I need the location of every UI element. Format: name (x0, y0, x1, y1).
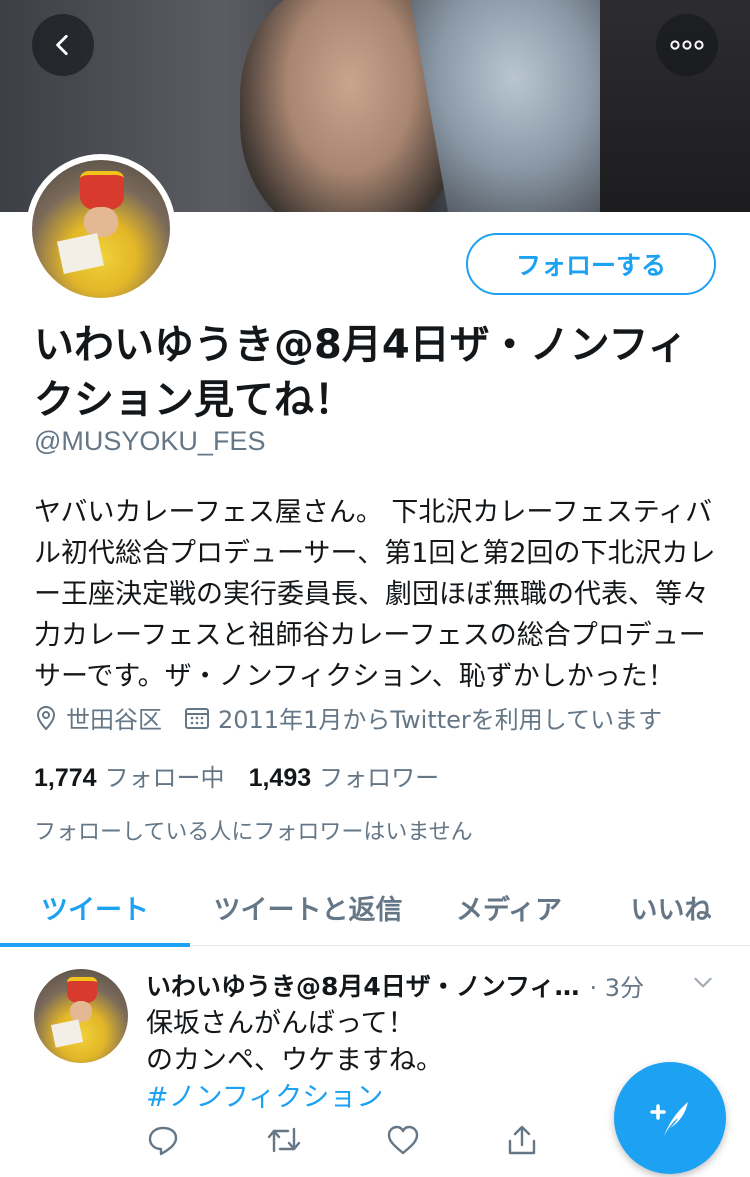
tweet-text-line: のカンペ、ウケますね。 (146, 1045, 443, 1076)
following-label[interactable]: フォロー中 (105, 758, 225, 793)
avatar-face (84, 206, 118, 238)
avatar-paper (50, 1018, 84, 1047)
avatar-crown (80, 171, 125, 210)
tweet-hashtag[interactable]: #ノンフィクション (146, 1075, 383, 1114)
more-dots-icon (670, 40, 704, 50)
profile-tabs: ツイート ツイートと返信 メディア いいね (0, 868, 750, 947)
tweet-avatar[interactable] (34, 969, 128, 1063)
profile-avatar[interactable] (26, 154, 176, 304)
avatar-crown (66, 976, 97, 1003)
profile-meta: 世田谷区 2011年1月からTwitterを利用しています (34, 700, 684, 735)
reply-button[interactable] (146, 1123, 266, 1157)
tweet-actions (146, 1123, 626, 1157)
calendar-icon (185, 707, 209, 729)
follow-stats: 1,774 フォロー中 1,493 フォロワー (34, 758, 463, 793)
tab-tweets-and-replies[interactable]: ツイートと返信 (190, 868, 426, 946)
avatar-image (32, 160, 170, 298)
location-text: 世田谷区 (66, 706, 162, 734)
followers-count[interactable]: 1,493 (249, 764, 312, 793)
tab-tweets[interactable]: ツイート (0, 868, 190, 947)
more-options-button[interactable] (656, 14, 718, 76)
avatar-paper (56, 233, 104, 275)
follow-button[interactable]: フォローする (466, 233, 716, 295)
tweet-time: · 3分 (589, 973, 645, 1002)
joined-item: 2011年1月からTwitterを利用しています (184, 700, 662, 735)
share-icon (508, 1125, 536, 1155)
tab-media[interactable]: メディア (426, 868, 592, 946)
chevron-down-icon[interactable] (690, 969, 716, 995)
back-button[interactable] (32, 14, 94, 76)
following-count[interactable]: 1,774 (34, 764, 97, 793)
profile-handle: @MUSYOKU_FES (34, 426, 266, 456)
location-item: 世田谷区 (34, 700, 162, 735)
avatar-image (34, 969, 128, 1063)
chevron-left-icon (56, 34, 68, 56)
profile-name: いわいゆうき@8月4日ザ・ノンフィクション見てね！ (34, 322, 688, 423)
tweet-text: 保坂さんがんばって！ のカンペ、ウケますね。 (146, 1005, 443, 1079)
retweet-icon (267, 1127, 301, 1153)
tweet-text-line: 保坂さんがんばって！ (146, 1008, 415, 1039)
tweet-author[interactable]: いわいゆうき@8月4日ザ・ノンフィ… (146, 967, 580, 1003)
reply-icon (148, 1126, 178, 1156)
known-followers-note: フォローしている人にフォロワーはいません (34, 820, 473, 845)
like-button[interactable] (386, 1123, 506, 1157)
retweet-button[interactable] (266, 1123, 386, 1157)
profile-bio: ヤバいカレーフェス屋さん。 下北沢カレーフェスティバル初代総合プロデューサー、第… (34, 497, 716, 692)
tweet-header: いわいゆうき@8月4日ザ・ノンフィ… · 3分 (146, 967, 716, 1003)
joined-text: 2011年1月からTwitterを利用しています (218, 706, 663, 734)
followers-label[interactable]: フォロワー (319, 758, 439, 793)
compose-tweet-button[interactable] (614, 1062, 726, 1174)
avatar-face (69, 1000, 93, 1022)
tab-likes[interactable]: いいね (592, 868, 750, 946)
compose-tweet-icon (650, 1102, 688, 1136)
heart-icon (387, 1125, 419, 1155)
share-button[interactable] (506, 1123, 626, 1157)
location-pin-icon (36, 705, 56, 730)
